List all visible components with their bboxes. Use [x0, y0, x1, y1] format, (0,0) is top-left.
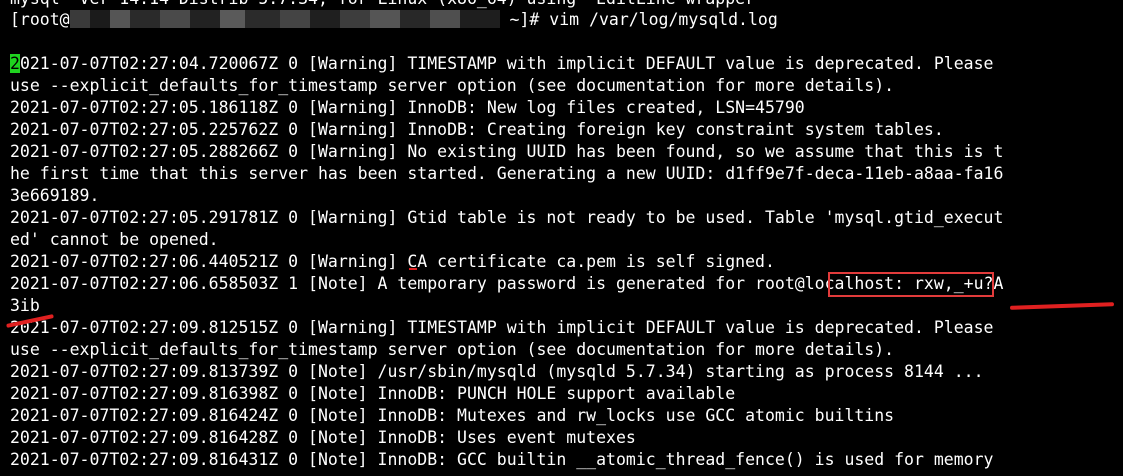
log-line: 2021-07-07T02:27:09.816424Z 0 [Note] Inn…	[10, 406, 895, 425]
log-line: 3ib	[10, 296, 40, 315]
log-line: 2021-07-07T02:27:09.816398Z 0 [Note] Inn…	[10, 384, 736, 403]
password-line-prefix: 2021-07-07T02:27:06.658503Z 1 [Note] A t…	[10, 274, 756, 293]
text-cursor: 2	[10, 54, 20, 73]
log-line: he first time that this server has been …	[10, 164, 1004, 183]
log-line: 2021-07-07T02:27:06.440521Z 0 [Warning] …	[10, 252, 775, 271]
log-line: 2021-07-07T02:27:09.812515Z 0 [Warning] …	[10, 318, 994, 337]
log-line-text: 021-07-07T02:27:04.720067Z 0 [Warning] T…	[19, 54, 994, 73]
red-tick-mark	[409, 268, 417, 270]
shell-prompt: [root@ ~]# vim /var/log/mysqld.log	[10, 9, 778, 31]
log-line: 2021-07-07T02:27:09.816428Z 0 [Note] Inn…	[10, 428, 636, 447]
highlight-box-user	[828, 272, 994, 297]
password-underline-mark	[1009, 302, 1115, 310]
log-line: 3e669189.	[10, 186, 100, 205]
log-line: 2021-07-07T02:27:04.720067Z 0 [Warning] …	[10, 53, 993, 75]
log-line: 2021-07-07T02:27:09.813739Z 0 [Note] /us…	[10, 362, 984, 381]
log-line: 2021-07-07T02:27:05.288266Z 0 [Warning] …	[10, 142, 1004, 161]
log-line: 2021-07-07T02:27:05.186118Z 0 [Warning] …	[10, 98, 805, 117]
log-line: 2021-07-07T02:27:09.816431Z 0 [Note] Inn…	[10, 450, 994, 469]
prompt-command: ~]# vim /var/log/mysqld.log	[499, 10, 778, 29]
prompt-prefix: [root@	[10, 10, 70, 29]
log-line: ed' cannot be opened.	[10, 230, 219, 249]
log-line: use --explicit_defaults_for_timestamp se…	[10, 76, 895, 95]
log-line: 2021-07-07T02:27:05.291781Z 0 [Warning] …	[10, 208, 1004, 227]
redacted-hostname	[69, 10, 500, 28]
log-line: 2021-07-07T02:27:05.225762Z 0 [Warning] …	[10, 120, 944, 139]
terminal-window[interactable]: mysql Ver 14.14 Distrib 5.7.34, for Linu…	[0, 0, 1123, 476]
log-line: use --explicit_defaults_for_timestamp se…	[10, 340, 895, 359]
